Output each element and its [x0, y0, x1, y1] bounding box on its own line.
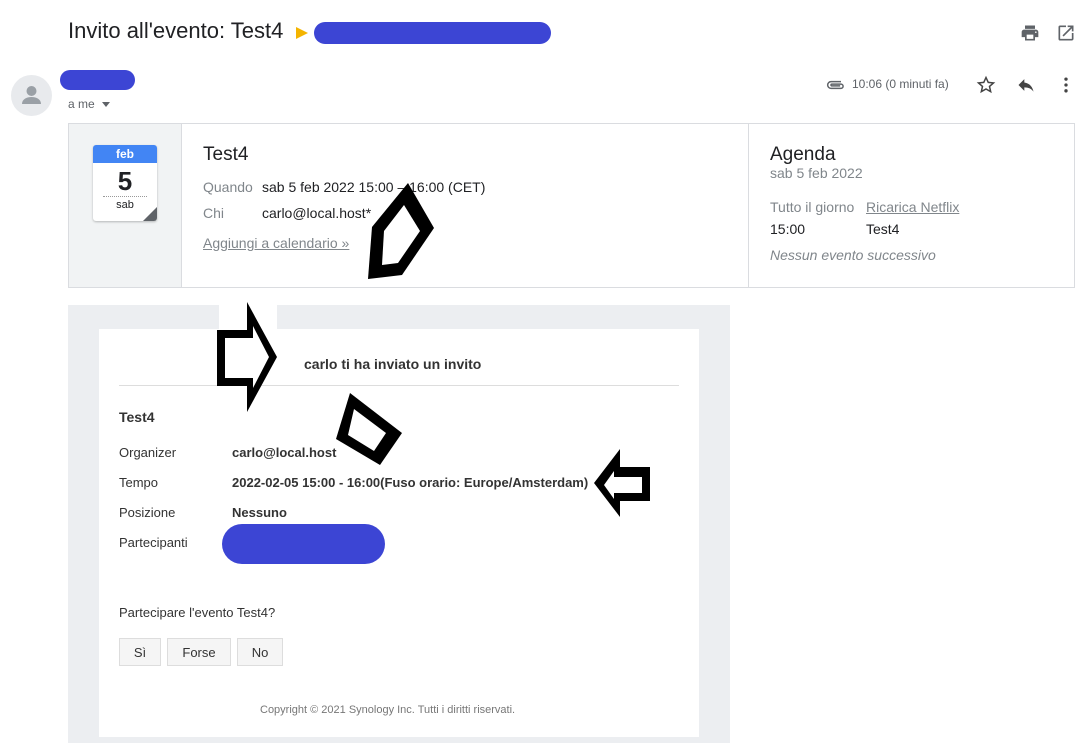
person-icon: [22, 86, 41, 104]
redacted-participants: [222, 524, 385, 564]
location-label: Posizione: [119, 505, 176, 520]
important-marker-icon[interactable]: [296, 27, 308, 39]
location-value: Nessuno: [232, 505, 287, 520]
agenda-time: 15:00: [770, 221, 806, 237]
agenda-date: sab 5 feb 2022: [770, 165, 863, 181]
email-subject: Invito all'evento: Test4: [68, 18, 284, 43]
invite-title: Test4: [119, 409, 155, 425]
paperclip-icon: [827, 80, 844, 90]
time-value: 2022-02-05 15:00 - 16:00(Fuso orario: Eu…: [232, 475, 589, 490]
participants-label: Partecipanti: [119, 535, 188, 550]
open-in-new-icon[interactable]: [1056, 23, 1076, 43]
redacted-label: [314, 22, 551, 44]
arrow-marker-icon: [336, 393, 402, 465]
arrow-marker-icon: [368, 183, 434, 279]
calendar-weekday: sab: [103, 196, 147, 213]
no-button[interactable]: No: [237, 638, 283, 666]
reply-icon[interactable]: [1016, 75, 1036, 95]
attend-question: Partecipare l'evento Test4?: [119, 605, 276, 620]
invite-header: carlo ti ha inviato un invito: [304, 356, 482, 372]
who-value: carlo@local.host*: [262, 205, 372, 221]
chevron-down-icon: [102, 102, 111, 108]
redacted-sender: [60, 70, 135, 90]
invite-body: [99, 329, 699, 737]
agenda-no-next-event: Nessun evento successivo: [770, 247, 936, 263]
star-icon[interactable]: [976, 75, 996, 95]
add-to-calendar-link[interactable]: Aggiungi a calendario »: [203, 235, 349, 251]
page-fold-icon: [143, 207, 157, 221]
organizer-value: carlo@local.host: [232, 445, 337, 460]
arrow-marker-icon: [594, 449, 650, 517]
time-label: Tempo: [119, 475, 159, 490]
more-vert-icon[interactable]: [1056, 75, 1076, 95]
copyright-text: Copyright © 2021 Synology Inc. Tutti i d…: [260, 704, 516, 716]
agenda-allday-event[interactable]: Ricarica Netflix: [866, 199, 959, 215]
arrow-marker-icon: [217, 302, 277, 412]
card-divider: [748, 124, 749, 287]
agenda-time-event[interactable]: Test4: [866, 221, 899, 237]
agenda-allday-label: Tutto il giorno: [770, 199, 855, 215]
agenda-title: Agenda: [770, 144, 836, 165]
event-title: Test4: [203, 144, 249, 165]
maybe-button[interactable]: Forse: [167, 638, 231, 666]
calendar-month: feb: [93, 145, 157, 163]
invite-divider: [119, 385, 679, 386]
yes-button[interactable]: Sì: [119, 638, 161, 666]
calendar-day: 5: [117, 166, 133, 196]
calendar-date-icon: feb 5 sab: [93, 145, 157, 221]
message-time: 10:06 (0 minuti fa): [852, 77, 949, 91]
recipient-toggle[interactable]: a me: [68, 97, 111, 111]
print-icon[interactable]: [1020, 23, 1040, 43]
organizer-label: Organizer: [119, 445, 177, 460]
when-label: Quando: [203, 179, 253, 195]
avatar[interactable]: [11, 75, 52, 116]
who-label: Chi: [203, 205, 225, 221]
recipient-label: a me: [68, 97, 95, 111]
